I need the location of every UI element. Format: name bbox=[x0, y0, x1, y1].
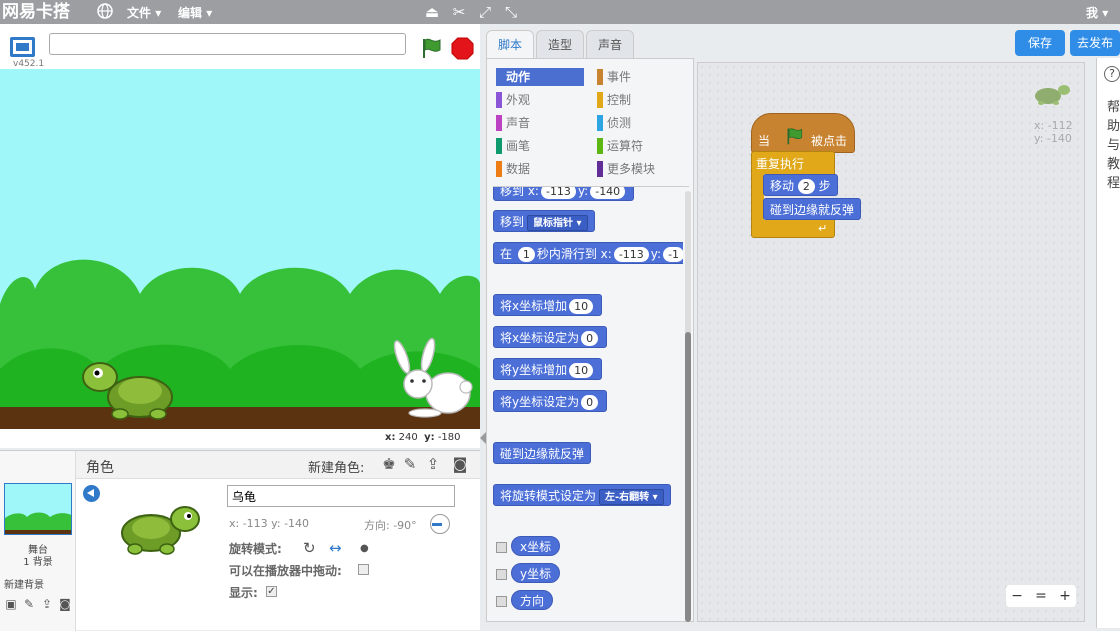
tab-costumes[interactable]: 造型 bbox=[536, 30, 584, 58]
top-menu-bar: 网易卡搭 文件 ▾ 编辑 ▾ ⏏ ✂ ⤢ ⤡ 我 ▾ bbox=[0, 0, 1120, 24]
draggable-checkbox[interactable] bbox=[358, 564, 369, 575]
save-button[interactable]: 保存 bbox=[1015, 30, 1065, 56]
category-motion[interactable]: 动作 bbox=[496, 68, 584, 86]
show-checkbox[interactable]: ✓ bbox=[266, 586, 277, 597]
help-tutorials-label[interactable]: 帮助与教程 bbox=[1107, 98, 1120, 193]
bounce-block[interactable]: 碰到边缘就反弹 bbox=[763, 198, 862, 220]
sprite-name-input[interactable] bbox=[227, 485, 455, 507]
block-change-y[interactable]: 将y坐标增加 10 bbox=[493, 358, 603, 380]
ground bbox=[0, 407, 480, 429]
backdrop-library-icon[interactable]: ▣ bbox=[3, 597, 19, 611]
stop-sign-icon[interactable] bbox=[451, 37, 474, 60]
dont-rotate-icon[interactable]: ● bbox=[360, 543, 369, 554]
loop-arrow-icon: ↵ bbox=[818, 222, 828, 235]
user-menu[interactable]: 我 ▾ bbox=[1086, 4, 1108, 21]
reporter-x-position[interactable]: x坐标 bbox=[511, 536, 561, 556]
stage-thumbnail-column: 舞台 1 背景 新建背景 ▣ ✎ ⇪ ◙ bbox=[0, 451, 76, 631]
move-steps-block[interactable]: 移动 2 步 bbox=[763, 174, 838, 196]
paint-backdrop-icon[interactable]: ✎ bbox=[21, 597, 37, 611]
sprite-ghost-thumbnail bbox=[1035, 85, 1070, 105]
share-button[interactable]: 去发布 bbox=[1070, 30, 1120, 56]
block-set-x[interactable]: 将x坐标设定为 0 bbox=[493, 326, 608, 348]
help-question-icon[interactable]: ? bbox=[1104, 66, 1120, 82]
stage-scene bbox=[0, 69, 480, 429]
back-arrow-icon[interactable] bbox=[83, 485, 100, 502]
zoom-out-icon[interactable]: − bbox=[1008, 587, 1026, 605]
show-label: 显示: bbox=[229, 586, 258, 600]
new-backdrop-label: 新建背景 bbox=[4, 580, 44, 591]
reporter-y-checkbox[interactable] bbox=[496, 569, 507, 580]
camera-sprite-icon[interactable]: ◙ bbox=[451, 455, 469, 473]
turtle-thumbnail bbox=[121, 506, 200, 555]
zoom-reset-icon[interactable]: = bbox=[1032, 587, 1050, 605]
sprite-position: x: -113 y: -140 bbox=[229, 517, 310, 530]
sprite-pane: 舞台 1 背景 新建背景 ▣ ✎ ⇪ ◙ 角色 新建角色: ♚ ✎ ⇪ ◙ x:… bbox=[0, 450, 480, 631]
category-events[interactable]: 事件 bbox=[597, 68, 685, 86]
stage-area: v452.1 x: 240 y: -180 bbox=[0, 24, 480, 448]
shrink-icon[interactable]: ⤡ bbox=[501, 2, 521, 22]
category-sound[interactable]: 声音 bbox=[496, 114, 584, 132]
sprite-library-icon[interactable]: ♚ bbox=[380, 455, 398, 473]
reporter-direction[interactable]: 方向 bbox=[511, 590, 554, 610]
menu-file[interactable]: 文件 ▾ bbox=[127, 4, 161, 21]
block-rotation-style[interactable]: 将旋转模式设定为 左-右翻转 ▾ bbox=[493, 484, 671, 506]
block-goto-xy[interactable]: 移到 x: -113 y: -140 bbox=[493, 187, 635, 201]
block-palette: 动作 外观 声音 画笔 数据 事件 控制 侦测 运算符 更多模块 移到 x: -1… bbox=[486, 58, 694, 622]
draggable-label: 可以在播放器中拖动: bbox=[229, 564, 342, 578]
help-pane: ? 帮助与教程 bbox=[1096, 58, 1120, 628]
category-control[interactable]: 控制 bbox=[597, 91, 685, 109]
direction-dial[interactable] bbox=[430, 514, 450, 534]
reporter-direction-checkbox[interactable] bbox=[496, 596, 507, 607]
duplicate-stamp-icon[interactable]: ⏏ bbox=[422, 2, 442, 22]
category-looks[interactable]: 外观 bbox=[496, 91, 584, 109]
sprite-direction: 方向: -90° bbox=[364, 519, 417, 532]
sprite-ghost-coords: x: -112 y: -140 bbox=[1034, 119, 1073, 145]
upload-backdrop-icon[interactable]: ⇪ bbox=[39, 597, 55, 611]
block-set-y[interactable]: 将y坐标设定为 0 bbox=[493, 390, 608, 412]
category-data[interactable]: 数据 bbox=[496, 160, 584, 178]
stage-bg-count: 1 背景 bbox=[23, 557, 53, 568]
stage-thumbnail[interactable] bbox=[4, 483, 72, 535]
grow-icon[interactable]: ⤢ bbox=[475, 2, 495, 22]
fullscreen-icon[interactable] bbox=[10, 37, 35, 57]
reporter-x-checkbox[interactable] bbox=[496, 542, 507, 553]
block-goto[interactable]: 移到 鼠标指针 ▾ bbox=[493, 210, 595, 232]
cut-scissors-icon[interactable]: ✂ bbox=[449, 2, 469, 22]
paint-sprite-icon[interactable]: ✎ bbox=[401, 455, 419, 473]
green-flag-icon bbox=[787, 128, 803, 145]
sprite-header: 角色 新建角色: ♚ ✎ ⇪ ◙ bbox=[76, 451, 480, 479]
block-bounce[interactable]: 碰到边缘就反弹 bbox=[493, 442, 592, 464]
app-logo[interactable]: 网易卡搭 bbox=[2, 0, 70, 24]
when-flag-clicked-block[interactable]: 当 被点击 bbox=[751, 113, 855, 153]
camera-backdrop-icon[interactable]: ◙ bbox=[57, 597, 73, 611]
menu-edit[interactable]: 编辑 ▾ bbox=[178, 4, 212, 21]
category-operators[interactable]: 运算符 bbox=[597, 137, 685, 155]
palette-blocks-list: 移到 x: -113 y: -140 移到 鼠标指针 ▾ 在 1 秒内滑行到 x: -113… bbox=[487, 187, 683, 619]
project-title-input[interactable] bbox=[49, 33, 406, 55]
scripts-area[interactable]: x: -112 y: -140 当 被点击 重复执行 ↵ 移动 2 步 碰到边缘就… bbox=[697, 62, 1085, 622]
green-flag-icon[interactable] bbox=[420, 36, 444, 60]
tab-sounds[interactable]: 声音 bbox=[586, 30, 634, 58]
upload-sprite-icon[interactable]: ⇪ bbox=[424, 455, 442, 473]
stage-canvas[interactable] bbox=[0, 69, 480, 429]
zoom-controls: − = + bbox=[1006, 585, 1076, 607]
category-sensing[interactable]: 侦测 bbox=[597, 114, 685, 132]
palette-scrollbar-thumb[interactable] bbox=[685, 332, 691, 622]
rotate-all-around-icon[interactable]: ↻ bbox=[303, 539, 316, 557]
version-label: v452.1 bbox=[13, 59, 45, 69]
category-more-blocks[interactable]: 更多模块 bbox=[597, 160, 685, 178]
globe-icon[interactable] bbox=[96, 2, 114, 20]
mouse-coordinates: x: 240 y: -180 bbox=[385, 432, 461, 443]
left-right-flip-icon[interactable]: ↔ bbox=[329, 539, 342, 557]
category-pen[interactable]: 画笔 bbox=[496, 137, 584, 155]
new-sprite-label: 新建角色: bbox=[308, 461, 365, 476]
sprite-title: 角色 bbox=[86, 460, 114, 476]
zoom-in-icon[interactable]: + bbox=[1056, 587, 1074, 605]
block-glide[interactable]: 在 1 秒内滑行到 x: -113 y: -1 bbox=[493, 242, 683, 264]
tab-scripts[interactable]: 脚本 bbox=[486, 30, 534, 59]
block-change-x[interactable]: 将x坐标增加 10 bbox=[493, 294, 603, 316]
rotation-mode-label: 旋转模式: bbox=[229, 542, 282, 556]
reporter-y-position[interactable]: y坐标 bbox=[511, 563, 561, 583]
